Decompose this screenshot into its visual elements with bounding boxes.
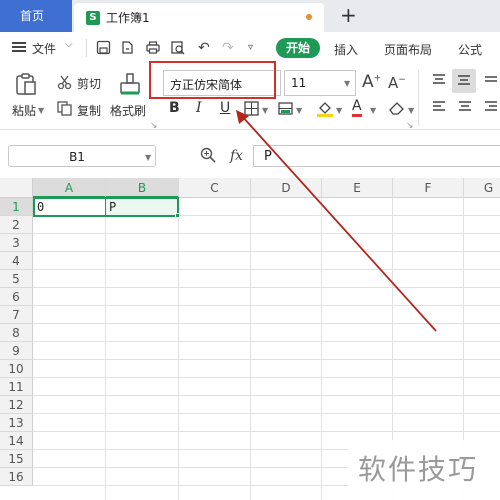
watermark-text: 软件技巧: [358, 453, 479, 486]
watermark: 软件技巧: [348, 440, 500, 500]
annotation-arrow: [236, 110, 437, 332]
spreadsheet-app: 首页 S 工作簿1 + 文件 ⌵ ↶ ↷ ▿ 开始 插入 页面布局 公式 粘贴 …: [0, 0, 500, 500]
